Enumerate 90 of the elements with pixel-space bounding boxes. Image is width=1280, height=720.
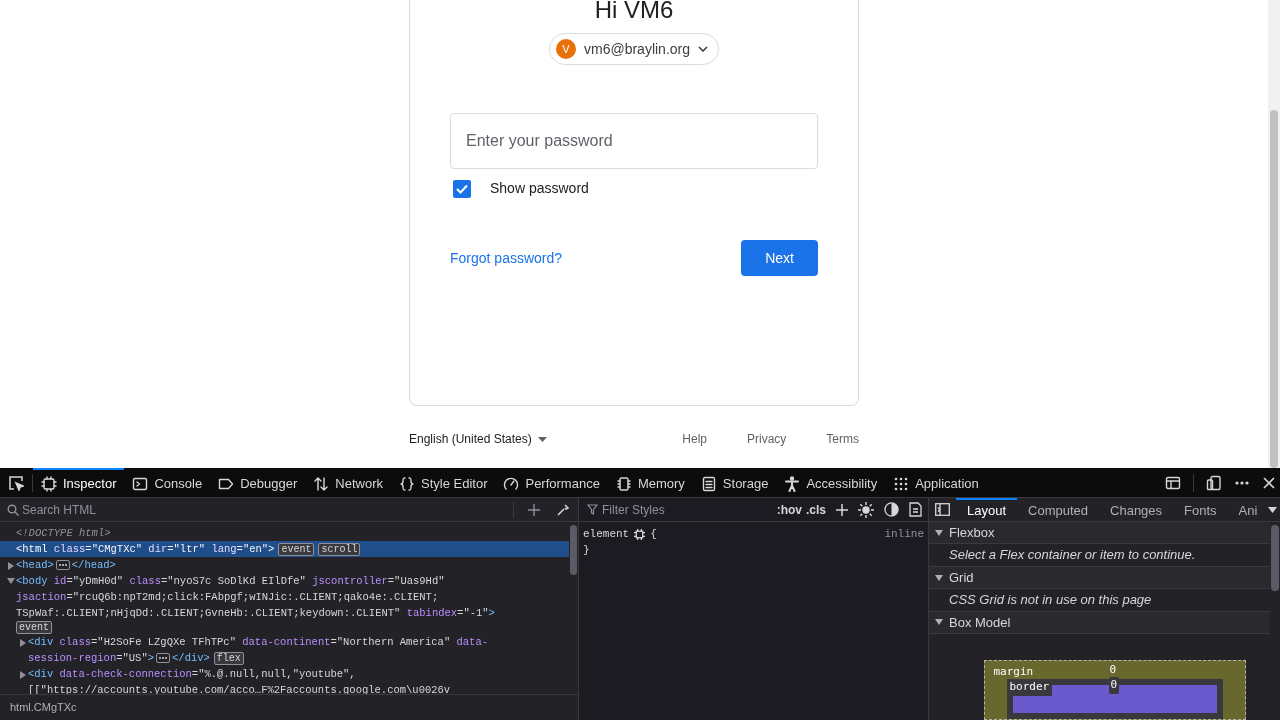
devtools-tab[interactable]: Application <box>885 468 987 497</box>
expanded-arrow-icon[interactable] <box>935 619 943 626</box>
rule-source: inline <box>884 527 924 542</box>
sidebar-tab[interactable]: Ani <box>1227 498 1265 521</box>
collapsed-arrow-icon[interactable] <box>20 671 26 679</box>
markup-text: session-region="US"> <box>28 651 155 666</box>
doctype-text: <!DOCTYPE html> <box>16 526 111 541</box>
gauge-icon <box>503 475 520 492</box>
markup-text: jsaction="rcuQ6b:npT2md;click:FAbpgf;wINJic:.CLIENT;qako4e:.CLIENT; <box>16 590 439 605</box>
devtools-tab[interactable]: Network <box>305 468 391 497</box>
sidebar-tab[interactable]: Computed <box>1017 498 1100 521</box>
close-icon[interactable] <box>1262 475 1276 490</box>
footer-link[interactable]: Help <box>666 430 723 448</box>
section-header[interactable]: Grid <box>949 567 974 588</box>
empty-message: CSS Grid is not in use on this page <box>949 591 1152 610</box>
breadcrumb-item[interactable]: html.CMgTXc <box>10 699 77 716</box>
pseudo-class-toggle[interactable]: :hov <box>776 500 802 519</box>
event-badge[interactable]: event <box>16 621 52 634</box>
event-badge[interactable]: flex <box>213 651 244 665</box>
collapsed-arrow-icon[interactable] <box>8 562 14 570</box>
devtools-tab[interactable]: Inspector <box>33 468 125 497</box>
console-icon <box>132 475 149 492</box>
markup-text: <div data-check-connection="%.@.null,null,"youtube", <box>28 667 356 682</box>
footer-link[interactable]: Terms <box>810 430 859 448</box>
search-icon <box>7 503 19 516</box>
margin-label: margin <box>993 664 1034 681</box>
devtools-tab[interactable]: Console <box>124 468 211 497</box>
arrows-icon <box>313 475 330 492</box>
class-toggle[interactable]: .cls <box>806 500 826 519</box>
devtools-tab[interactable]: Memory <box>607 468 693 497</box>
next-button[interactable]: Next <box>741 240 818 276</box>
document-icon <box>700 475 717 492</box>
eyedropper-icon[interactable] <box>556 502 570 517</box>
inspector-icon <box>41 475 57 492</box>
ellipsis-icon[interactable] <box>55 560 70 570</box>
dark-theme-icon[interactable] <box>884 502 899 517</box>
expanded-arrow-icon[interactable] <box>935 574 943 581</box>
devtools-tab[interactable]: Style Editor <box>391 468 496 497</box>
markup-text: TSpWaf:.CLIENT;nHjqDd:.CLIENT;GvneHb:.CLIENT;keydown:.CLIENT" tabindex="-1"> <box>16 606 495 621</box>
filter-styles-field[interactable]: Filter Styles <box>602 500 742 519</box>
dots-grid-icon <box>893 475 910 492</box>
expanded-arrow-icon[interactable] <box>935 529 943 536</box>
sidebar-tab[interactable]: Changes <box>1099 498 1174 521</box>
element-picker-icon[interactable] <box>7 473 25 492</box>
markup-text: <head> <box>16 558 54 573</box>
search-html-field[interactable]: Search HTML <box>22 500 505 519</box>
rule-brace: } <box>583 544 590 556</box>
devtools-tab[interactable]: Performance <box>495 468 608 497</box>
page-scrollbar[interactable] <box>1268 0 1280 468</box>
page-heading: Hi VM6 <box>594 0 674 22</box>
section-header[interactable]: Flexbox <box>949 522 995 543</box>
chip-icon <box>615 475 632 492</box>
show-password-label[interactable]: Show password <box>490 178 589 199</box>
sidebar-tab[interactable]: Fonts <box>1173 498 1228 521</box>
dock-layout-icon[interactable] <box>1165 474 1181 491</box>
expanded-arrow-icon[interactable] <box>7 578 15 584</box>
person-icon <box>784 475 801 492</box>
responsive-design-icon[interactable] <box>1206 474 1222 491</box>
event-badge[interactable]: event <box>278 542 315 556</box>
margin-value[interactable]: 0 <box>1109 662 1117 679</box>
footer-link[interactable]: Privacy <box>731 430 803 448</box>
add-node-icon[interactable] <box>528 503 540 516</box>
avatar: V <box>556 39 576 59</box>
markup-text: <html class="CMgTXc" dir="ltr" lang="en"> <box>16 542 275 557</box>
rule-selector: element <box>583 527 630 542</box>
ellipsis-icon[interactable] <box>156 653 171 663</box>
event-badge[interactable]: scroll <box>318 542 361 556</box>
add-rule-icon[interactable] <box>836 503 848 516</box>
markup-text: <div class="H2SoFe LZgQXe TFhTPc" data-continent="Northern America" data- <box>28 635 489 650</box>
light-theme-icon[interactable] <box>858 501 874 518</box>
password-field[interactable]: Enter your password <box>450 113 818 169</box>
devtools-tab[interactable]: Accessibility <box>776 468 886 497</box>
braces-icon <box>399 475 415 492</box>
closing-tag: </div> <box>172 650 210 666</box>
forgot-password-link[interactable]: Forgot password? <box>450 247 563 269</box>
section-header[interactable]: Box Model <box>949 612 1011 633</box>
rule-brace: { <box>650 527 657 542</box>
show-password-checkbox[interactable] <box>453 179 471 198</box>
collapsed-arrow-icon[interactable] <box>20 639 26 647</box>
dropdown-arrow-icon <box>537 436 547 442</box>
devtools-tab[interactable]: Storage <box>692 468 777 497</box>
chevron-down-icon <box>698 46 708 52</box>
markup-text: <body id="yDmH0d" class="nyoS7c SoDlKd EIlDfe" jscontroller="Uas9Hd" <box>16 574 445 589</box>
devtools-tab[interactable]: Debugger <box>210 468 306 497</box>
language-selector[interactable]: English (United States) <box>409 430 547 448</box>
print-media-icon[interactable] <box>909 502 922 517</box>
closing-tag: </head> <box>71 557 116 573</box>
filter-icon <box>587 504 598 515</box>
border-value[interactable]: 0 <box>1108 677 1120 694</box>
empty-message: Select a Flex container or item to continue. <box>949 546 1196 565</box>
